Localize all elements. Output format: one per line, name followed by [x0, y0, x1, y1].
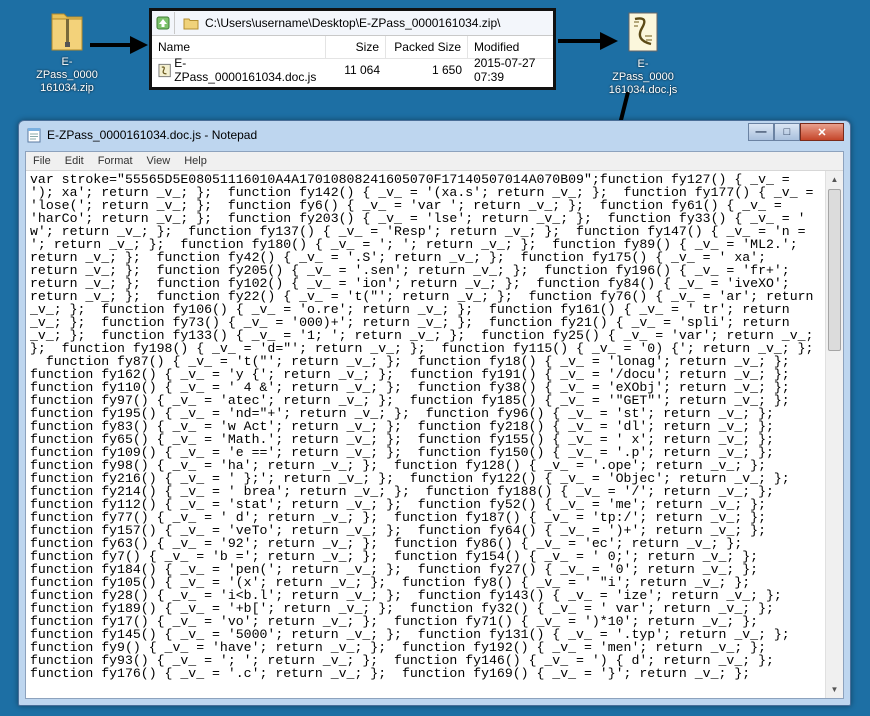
column-modified[interactable]: Modified [468, 36, 553, 58]
address-path: C:\Users\username\Desktop\E-ZPass_000016… [205, 16, 501, 30]
zip-file-desktop-icon[interactable]: E-ZPass_0000 161034.zip [36, 8, 98, 95]
chevron-up-icon: ▲ [830, 175, 839, 184]
menu-format[interactable]: Format [91, 155, 140, 167]
column-name[interactable]: Name [152, 36, 326, 58]
zip-folder-icon [51, 13, 83, 51]
arrow-right-icon [90, 36, 148, 54]
js-file-desktop-icon[interactable]: E-ZPass_0000 161034.doc.js [608, 10, 678, 97]
address-bar[interactable]: C:\Users\username\Desktop\E-ZPass_000016… [152, 11, 553, 36]
text-editor[interactable]: var stroke="55565D5E08051116010A4A170108… [26, 171, 825, 698]
scroll-up-button[interactable]: ▲ [826, 171, 843, 188]
maximize-button[interactable]: □ [774, 123, 800, 141]
file-row[interactable]: E-ZPass_0000161034.doc.js 11 064 1 650 2… [152, 56, 553, 84]
close-button[interactable]: ✕ [800, 123, 844, 141]
menu-view[interactable]: View [140, 155, 178, 167]
minimize-icon: — [755, 126, 767, 138]
vertical-scrollbar[interactable]: ▲ ▼ [825, 171, 843, 698]
menu-edit[interactable]: Edit [58, 155, 91, 167]
archive-explorer-window: C:\Users\username\Desktop\E-ZPass_000016… [149, 8, 556, 90]
minimize-button[interactable]: — [748, 123, 774, 141]
chevron-down-icon: ▼ [830, 685, 839, 694]
scroll-thumb[interactable] [828, 189, 841, 351]
file-size: 11 064 [344, 63, 380, 77]
window-title: E-ZPass_0000161034.doc.js - Notepad [47, 128, 258, 142]
maximize-icon: □ [783, 126, 791, 138]
file-packed-size: 1 650 [431, 63, 462, 77]
script-file-icon [628, 12, 658, 52]
folder-icon [183, 18, 199, 29]
column-packed-size[interactable]: Packed Size [386, 36, 468, 58]
file-modified: 2015-07-27 07:39 [474, 56, 536, 84]
menu-help[interactable]: Help [177, 155, 214, 167]
notepad-icon [27, 128, 41, 143]
menu-bar: File Edit Format View Help [26, 152, 843, 171]
file-name: E-ZPass_0000161034.doc.js [174, 56, 317, 84]
menu-file[interactable]: File [26, 155, 58, 167]
title-bar[interactable]: E-ZPass_0000161034.doc.js - Notepad — □ … [19, 121, 850, 149]
zip-file-label: E-ZPass_0000 161034.zip [36, 56, 98, 94]
scroll-down-button[interactable]: ▼ [826, 681, 843, 698]
up-arrow-icon [156, 16, 170, 30]
column-size[interactable]: Size [326, 36, 386, 58]
close-icon: ✕ [817, 126, 827, 139]
notepad-window: E-ZPass_0000161034.doc.js - Notepad — □ … [18, 120, 851, 706]
script-file-icon [158, 63, 171, 77]
notepad-client-area: File Edit Format View Help var stroke="5… [25, 151, 844, 699]
up-folder-button[interactable] [152, 12, 175, 34]
